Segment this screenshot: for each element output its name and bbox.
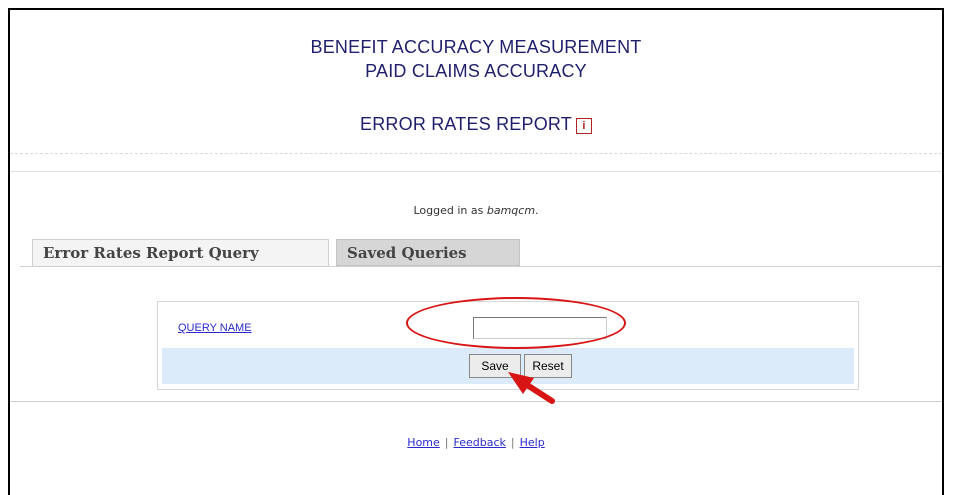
login-suffix: .	[535, 204, 539, 217]
page-frame: BENEFIT ACCURACY MEASUREMENT PAID CLAIMS…	[8, 8, 944, 495]
header-title-line1: BENEFIT ACCURACY MEASUREMENT	[310, 37, 642, 57]
footer-separator: |	[510, 436, 515, 449]
login-username: bamqcm	[486, 204, 536, 217]
header-title-line2: PAID CLAIMS ACCURACY	[365, 61, 587, 81]
footer-feedback-link[interactable]: Feedback	[454, 436, 506, 449]
info-icon[interactable]: i	[575, 118, 592, 134]
tab-baseline	[20, 266, 942, 267]
footer-home-link[interactable]: Home	[407, 436, 439, 449]
login-status: Logged in as bamqcm.	[10, 204, 942, 217]
footer-separator: |	[444, 436, 449, 449]
report-title-text: ERROR RATES REPORT	[360, 114, 572, 134]
content-bottom-divider	[10, 401, 942, 402]
reset-button[interactable]: Reset	[524, 354, 572, 378]
page-header: BENEFIT ACCURACY MEASUREMENT PAID CLAIMS…	[10, 10, 942, 155]
login-prefix: Logged in as	[413, 204, 484, 217]
report-title: ERROR RATES REPORT i	[10, 114, 942, 135]
footer-help-link[interactable]: Help	[520, 436, 545, 449]
save-button[interactable]: Save	[469, 354, 521, 378]
header-divider	[10, 153, 942, 154]
tab-saved-queries[interactable]: Saved Queries	[336, 239, 520, 266]
tab-error-rates-report-query[interactable]: Error Rates Report Query	[32, 239, 329, 266]
query-name-input[interactable]	[473, 317, 607, 339]
content-top-divider	[10, 171, 942, 172]
footer-links: Home | Feedback | Help	[10, 436, 942, 449]
query-form: QUERY NAME Save Reset	[157, 301, 859, 390]
query-name-link[interactable]: QUERY NAME	[178, 322, 252, 334]
